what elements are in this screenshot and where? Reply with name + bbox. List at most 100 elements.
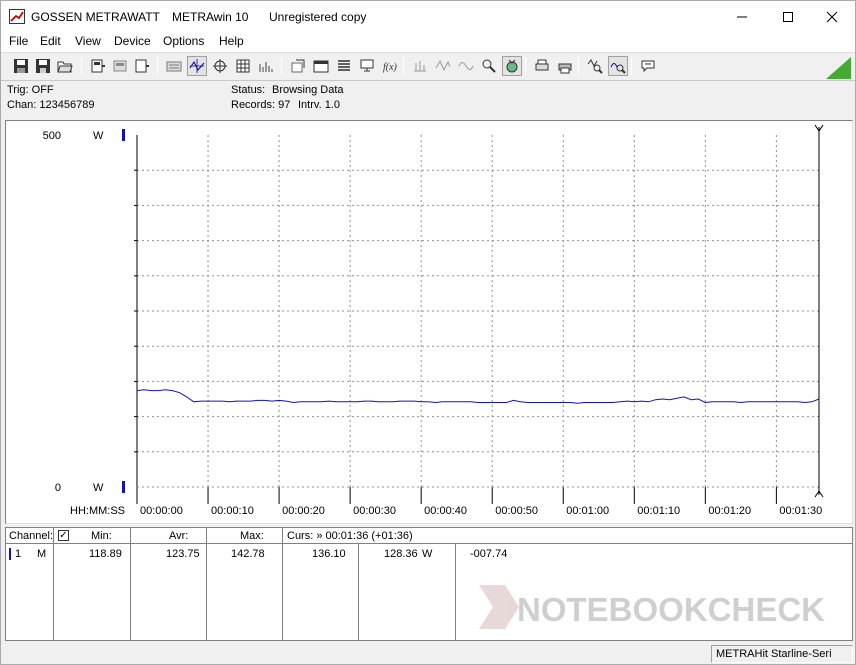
status-bar: METRAHit Starline-Seri [1, 643, 855, 664]
zoom-in-button[interactable] [585, 56, 605, 76]
row-cursor-a-value: 136.10 [312, 548, 346, 560]
x-tick-label: 00:00:50 [495, 505, 538, 517]
device-config-button[interactable] [110, 56, 130, 76]
zoom-icon [587, 59, 603, 74]
y-axis-bottom-marker [122, 481, 125, 493]
status-value: Browsing Data [272, 84, 344, 96]
speech-bubble-icon [641, 60, 655, 73]
row-avr-value: 123.75 [166, 548, 200, 560]
y-axis-top-marker [122, 129, 125, 141]
keyboard-button[interactable] [164, 56, 184, 76]
interval-value: Intrv. 1.0 [298, 99, 340, 111]
row-cursor-b-value: 128.36 [384, 548, 418, 560]
computer-icon [360, 59, 374, 72]
header-max: Max: [240, 530, 264, 542]
record-count: Records: 97 [231, 99, 291, 111]
y-tick-label-bottom: 0 [55, 482, 61, 494]
row-max-value: 142.78 [231, 548, 265, 560]
watermark-text: NOTEBOOKCHECK [517, 591, 825, 628]
app-window: GOSSEN METRAWATT METRAwin 10 Unregistere… [0, 0, 856, 665]
save-icon [36, 59, 50, 73]
brand-title: GOSSEN METRAWATT [31, 10, 160, 24]
histogram-button[interactable] [256, 56, 276, 76]
signal-b-button[interactable] [433, 56, 453, 76]
function-icon: f(x) [383, 62, 398, 73]
save-button[interactable] [33, 56, 53, 76]
row-channel-mode: M [37, 548, 47, 560]
x-tick-label: 00:01:00 [566, 505, 609, 517]
header-cursor: Curs: » 00:01:36 (+01:36) [287, 530, 413, 542]
device-send-button[interactable] [132, 56, 152, 76]
minimize-button[interactable] [719, 1, 765, 32]
table-view-button[interactable] [233, 56, 253, 76]
crosshair-icon [213, 59, 227, 73]
x-tick-label: 00:00:10 [211, 505, 254, 517]
trigger-status: Trig: OFF [7, 84, 54, 96]
close-icon [826, 11, 838, 22]
new-button[interactable] [11, 56, 31, 76]
status-label: Status: [231, 84, 266, 96]
computer-button[interactable] [357, 56, 377, 76]
row-delta-value: -007.74 [470, 548, 508, 560]
row-min-value: 118.89 [89, 548, 122, 560]
crosshair-button[interactable] [210, 56, 230, 76]
header-min: Min: [91, 530, 112, 542]
device-config-icon [113, 60, 127, 72]
zoom-out-button[interactable] [608, 56, 628, 76]
maximize-button[interactable] [765, 1, 811, 32]
print-preview-button[interactable] [532, 56, 552, 76]
power-chart[interactable]: 00:00:00 00:00:10 00:00:20 00:00:30 00:00:40… [6, 121, 852, 523]
window-icon [313, 60, 329, 73]
signal-a-button[interactable] [410, 56, 430, 76]
signal-c-button[interactable] [456, 56, 476, 76]
print-preview-icon [535, 59, 549, 71]
minimize-icon [737, 16, 747, 17]
window-button[interactable] [311, 56, 331, 76]
menu-file[interactable]: File [9, 34, 28, 48]
channel-color-marker [9, 548, 11, 560]
export-button[interactable] [288, 56, 308, 76]
power-series-line [136, 389, 820, 404]
close-button[interactable] [809, 1, 855, 32]
license-title: Unregistered copy [269, 10, 367, 24]
waveform-icon [435, 59, 451, 72]
device-read-button[interactable] [88, 56, 108, 76]
maximize-icon [783, 11, 793, 22]
record-icon [506, 59, 518, 73]
open-button[interactable] [55, 56, 75, 76]
graph-view-button[interactable] [187, 56, 207, 76]
function-button[interactable]: f(x) [380, 56, 400, 76]
graph-icon [189, 59, 205, 73]
find-button[interactable] [479, 56, 499, 76]
menu-help[interactable]: Help [219, 34, 244, 48]
histogram-icon [259, 62, 273, 72]
device-status: METRAHit Starline-Seri [711, 645, 853, 663]
menu-view[interactable]: View [75, 34, 101, 48]
menu-options[interactable]: Options [163, 34, 204, 48]
print-icon [558, 63, 572, 74]
record-button[interactable] [502, 56, 522, 76]
info-bar: Trig: OFF Chan: 123456789 Status: Browsi… [1, 80, 855, 116]
floppy-icon [14, 59, 28, 73]
x-tick-label: 00:00:20 [282, 505, 325, 517]
y-unit-label-top: W [93, 130, 104, 142]
x-tick-label: 00:01:10 [637, 505, 680, 517]
magnifier-icon [482, 59, 496, 73]
print-button[interactable] [555, 56, 575, 76]
comment-button[interactable] [638, 56, 658, 76]
row-unit: W [422, 548, 433, 560]
app-title: METRAwin 10 [172, 10, 249, 24]
x-axis-label: HH:MM:SS [70, 505, 125, 517]
list-button[interactable] [334, 56, 354, 76]
x-tick-label: 00:00:00 [140, 505, 183, 517]
menu-edit[interactable]: Edit [40, 34, 61, 48]
chart-panel[interactable]: 00:00:00 00:00:10 00:00:20 00:00:30 00:00:40… [5, 120, 853, 524]
x-tick-label: 00:00:30 [353, 505, 396, 517]
channel-checkbox[interactable]: ✓ [58, 530, 69, 541]
menu-bar: File Edit View Device Options Help [1, 32, 855, 52]
zoom-out-icon [610, 63, 626, 74]
toolbar: f(x) [1, 52, 855, 80]
table-icon [236, 59, 250, 73]
menu-device[interactable]: Device [114, 34, 151, 48]
x-tick-label: 00:00:40 [424, 505, 467, 517]
